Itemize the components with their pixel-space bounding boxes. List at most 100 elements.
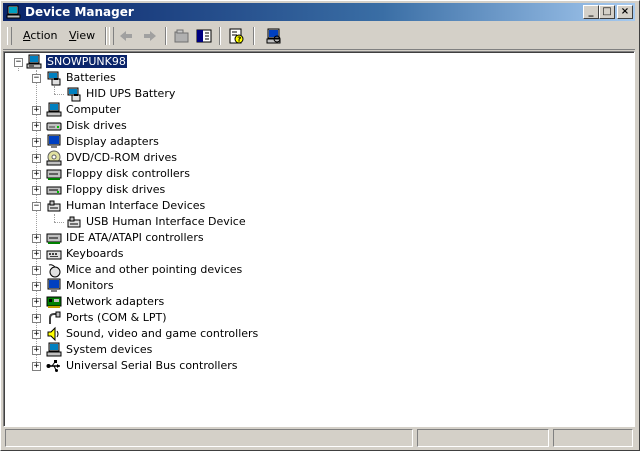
close-button[interactable]: × — [617, 5, 633, 19]
tree-item-label: Human Interface Devices — [66, 199, 206, 212]
tree-item-label: System devices — [66, 343, 153, 356]
expand-toggle[interactable]: + — [32, 330, 41, 339]
network-adapter-icon — [46, 296, 62, 308]
tree-item-system-devices[interactable]: + System devices — [4, 342, 204, 358]
menu-view-rest: iew — [76, 29, 96, 42]
expand-toggle[interactable]: + — [32, 298, 41, 307]
maximize-button[interactable]: □ — [599, 5, 615, 19]
tree-child-hid-ups-battery[interactable]: HID UPS Battery — [4, 86, 224, 102]
collapse-toggle[interactable]: − — [14, 58, 23, 67]
menu-action-rest: ction — [30, 29, 58, 42]
tree-item-sound[interactable]: + Sound, video and game controllers — [4, 326, 264, 342]
menu-action[interactable]: Action — [23, 29, 57, 42]
expand-toggle[interactable]: + — [32, 154, 41, 163]
show-hide-tree-icon[interactable] — [195, 27, 213, 45]
collapse-toggle[interactable]: − — [32, 74, 41, 83]
expand-toggle[interactable]: + — [32, 282, 41, 291]
expand-toggle[interactable]: + — [32, 250, 41, 259]
expand-toggle[interactable]: + — [32, 362, 41, 371]
minimize-icon: _ — [588, 6, 594, 17]
expand-toggle[interactable]: + — [32, 122, 41, 131]
tree-item-label: Keyboards — [66, 247, 124, 260]
expand-toggle[interactable]: + — [32, 170, 41, 179]
tree-item-label: Batteries — [66, 71, 116, 84]
ide-controller-icon — [46, 233, 62, 244]
expand-toggle[interactable]: + — [32, 234, 41, 243]
scan-hardware-icon[interactable] — [265, 27, 283, 45]
tree-item-label: Floppy disk controllers — [66, 167, 190, 180]
expand-toggle[interactable]: + — [32, 138, 41, 147]
tree-child-label: USB Human Interface Device — [86, 215, 246, 228]
properties-help-icon[interactable]: ? — [227, 27, 245, 45]
svg-text:?: ? — [237, 36, 241, 44]
battery-icon — [67, 87, 81, 102]
tree-item-label: Sound, video and game controllers — [66, 327, 259, 340]
port-icon — [49, 311, 61, 324]
tree-item-network-adapters[interactable]: + Network adapters — [4, 294, 204, 310]
expand-toggle[interactable]: + — [32, 266, 41, 275]
usb-icon — [46, 360, 60, 372]
collapse-toggle[interactable]: − — [32, 202, 41, 211]
tree-child-label: HID UPS Battery — [86, 87, 176, 100]
status-bar — [3, 429, 635, 447]
tree-item-floppy-drives[interactable]: + Floppy disk drives — [4, 182, 204, 198]
tree-item-usb-controllers[interactable]: + Universal Serial Bus controllers — [4, 358, 244, 374]
cdrom-icon — [46, 150, 62, 166]
expand-toggle[interactable]: + — [32, 186, 41, 195]
display-adapter-icon — [47, 134, 61, 148]
device-tree-pane[interactable]: − SNOWPUNK98 − Batteries HID UPS Battery… — [3, 51, 635, 427]
tree-item-label: Network adapters — [66, 295, 165, 308]
computer-icon — [46, 102, 62, 117]
tree-item-disk-drives[interactable]: + Disk drives — [4, 118, 204, 134]
back-arrow-icon[interactable] — [117, 27, 135, 45]
tree-item-label: DVD/CD-ROM drives — [66, 151, 177, 164]
tree-item-ports[interactable]: + Ports (COM & LPT) — [4, 310, 204, 326]
tree-item-keyboards[interactable]: + Keyboards — [4, 246, 204, 262]
tree-item-label: Computer — [66, 103, 121, 116]
battery-icon — [47, 71, 61, 86]
tree-item-batteries[interactable]: − Batteries — [4, 70, 204, 86]
floppy-controller-icon — [46, 169, 62, 180]
up-folder-icon[interactable] — [173, 27, 191, 45]
expand-toggle[interactable]: + — [32, 106, 41, 115]
sound-icon — [47, 326, 59, 342]
tree-item-label: Ports (COM & LPT) — [66, 311, 167, 324]
toolbar-separator — [165, 27, 167, 45]
computer-icon — [26, 54, 42, 69]
tree-item-floppy-controllers[interactable]: + Floppy disk controllers — [4, 166, 224, 182]
floppy-drive-icon — [46, 186, 62, 195]
maximize-icon: □ — [602, 6, 612, 17]
tree-item-label: Mice and other pointing devices — [66, 263, 243, 276]
hid-icon — [67, 216, 81, 228]
menu-toolbar: Action View ? — [3, 23, 635, 50]
tree-item-dvd-cdrom[interactable]: + DVD/CD-ROM drives — [4, 150, 204, 166]
tree-item-label: IDE ATA/ATAPI controllers — [66, 231, 204, 244]
toolbar-separator — [219, 27, 221, 45]
expand-toggle[interactable]: + — [32, 314, 41, 323]
tree-root-row[interactable]: − SNOWPUNK98 — [4, 54, 164, 70]
tree-item-computer[interactable]: + Computer — [4, 102, 204, 118]
tree-item-label: Monitors — [66, 279, 114, 292]
title-bar[interactable]: Device Manager _ □ × — [3, 3, 635, 21]
tree-root-label[interactable]: SNOWPUNK98 — [45, 54, 128, 69]
status-pane-secondary — [417, 429, 549, 447]
expand-toggle[interactable]: + — [32, 346, 41, 355]
menu-view[interactable]: View — [69, 29, 95, 42]
tree-child-usb-hid[interactable]: USB Human Interface Device — [4, 214, 264, 230]
tree-item-monitors[interactable]: + Monitors — [4, 278, 204, 294]
tree-item-label: Floppy disk drives — [66, 183, 166, 196]
tree-item-ide-controllers[interactable]: + IDE ATA/ATAPI controllers — [4, 230, 224, 246]
forward-arrow-icon[interactable] — [141, 27, 159, 45]
toolbar-grip[interactable] — [7, 27, 12, 45]
tree-item-human-interface-devices[interactable]: − Human Interface Devices — [4, 198, 224, 214]
keyboard-icon — [46, 250, 62, 260]
tree-item-mice[interactable]: + Mice and other pointing devices — [4, 262, 244, 278]
tree-item-label: Universal Serial Bus controllers — [66, 359, 238, 372]
tree-item-display-adapters[interactable]: + Display adapters — [4, 134, 204, 150]
toolbar-grip[interactable] — [109, 27, 114, 45]
device-tree[interactable]: − SNOWPUNK98 − Batteries HID UPS Battery… — [4, 52, 634, 426]
system-device-icon — [46, 342, 62, 357]
toolbar-separator — [105, 27, 107, 45]
minimize-button[interactable]: _ — [583, 5, 599, 19]
mouse-icon — [48, 264, 61, 278]
